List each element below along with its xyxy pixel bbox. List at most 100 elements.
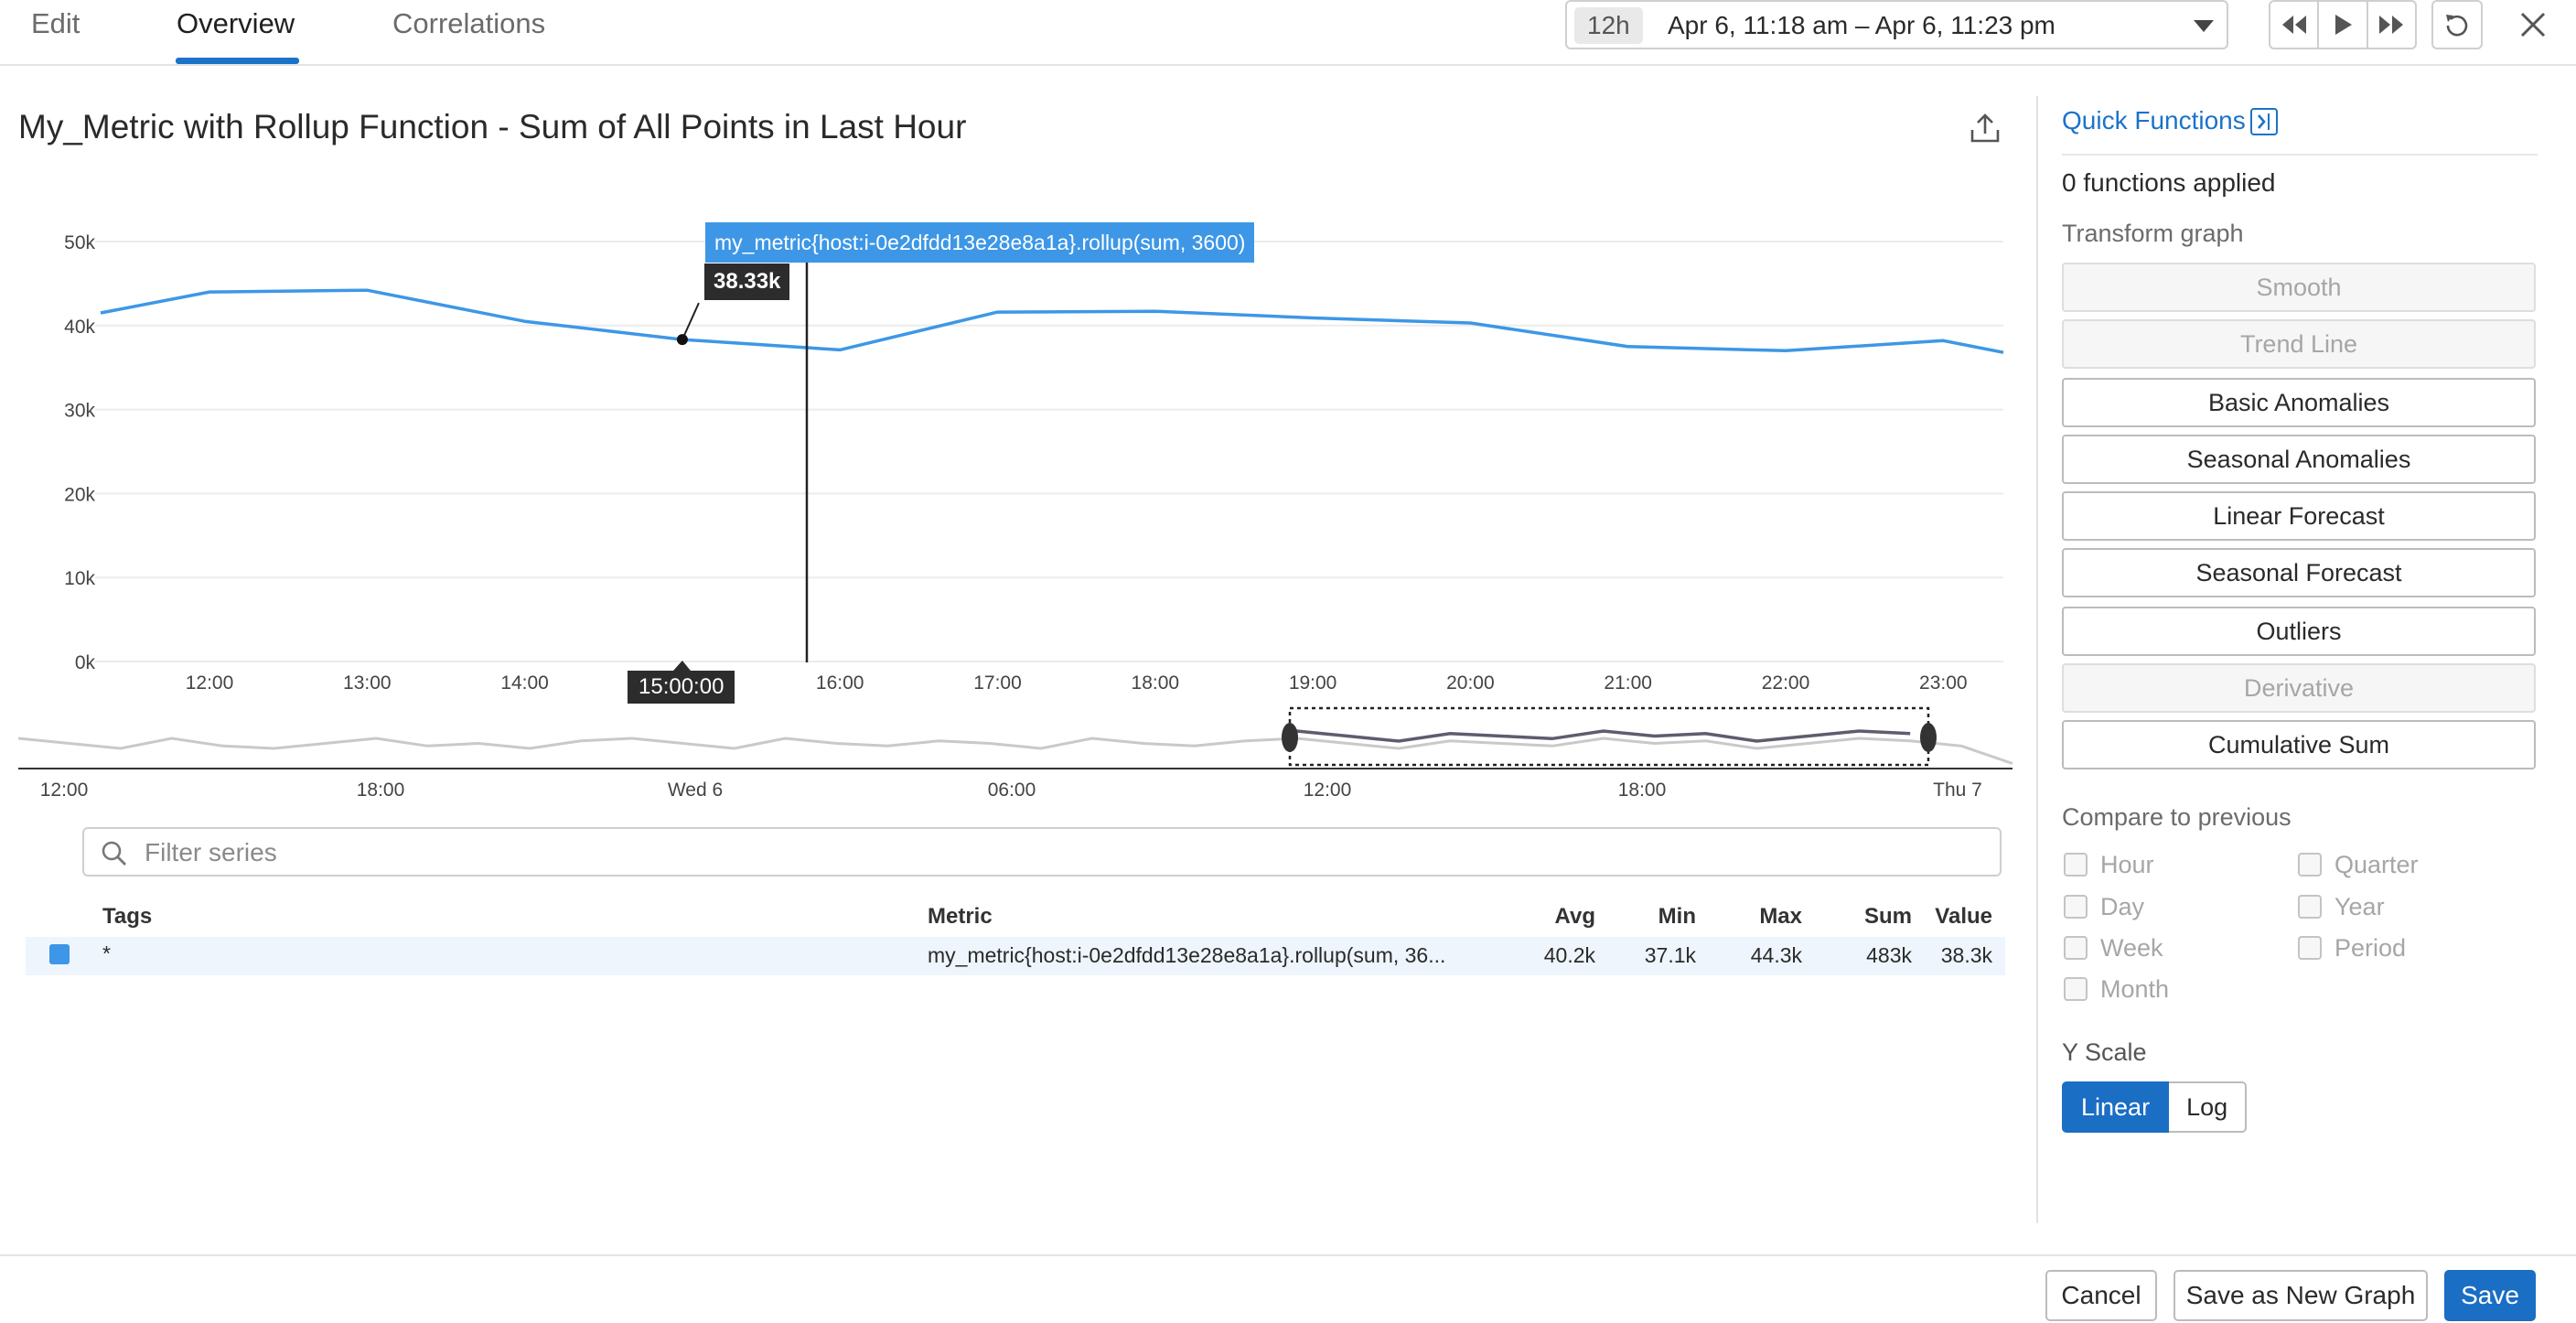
overview-x-tick-label: Wed 6: [668, 780, 723, 801]
seasonal-forecast-button[interactable]: Seasonal Forecast: [2062, 548, 2536, 597]
chevron-right-icon: [2258, 113, 2270, 130]
tooltip-value: 38.33k: [704, 264, 790, 300]
header-value[interactable]: Value: [1935, 904, 1992, 930]
header-min[interactable]: Min: [1658, 904, 1696, 930]
play-button[interactable]: [2317, 2, 2366, 48]
row-min: 37.1k: [1644, 943, 1696, 967]
overview-handle-left[interactable]: [1282, 723, 1298, 752]
tab-edit[interactable]: Edit: [31, 7, 80, 40]
seasonal-anomalies-button[interactable]: Seasonal Anomalies: [2062, 435, 2536, 484]
step-forward-button[interactable]: [2366, 2, 2415, 48]
reset-button[interactable]: [2431, 0, 2483, 49]
header-metric[interactable]: Metric: [928, 904, 993, 930]
hover-point: [676, 334, 688, 346]
header-bar: Edit Overview Correlations 12h Apr 6, 11…: [0, 0, 2576, 66]
collapse-panel-icon[interactable]: [2250, 108, 2278, 135]
row-sum: 483k: [1866, 943, 1912, 967]
graph-title: My_Metric with Rollup Function - Sum of …: [18, 108, 967, 145]
y-scale-linear-button[interactable]: Linear: [2062, 1081, 2170, 1133]
save-button[interactable]: Save: [2444, 1270, 2536, 1321]
filter-series-box: [82, 827, 2002, 877]
derivative-button[interactable]: Derivative: [2062, 663, 2536, 713]
quick-functions-title[interactable]: Quick Functions: [2062, 106, 2246, 135]
table-row[interactable]: * my_metric{host:i-0e2dfdd13e28e8a1a}.ro…: [26, 937, 2005, 975]
overview-handle-right[interactable]: [1920, 723, 1937, 752]
overview-x-tick-label: Thu 7: [1933, 780, 1982, 801]
cumulative-sum-button[interactable]: Cumulative Sum: [2062, 720, 2536, 769]
save-as-new-graph-button[interactable]: Save as New Graph: [2174, 1270, 2428, 1321]
y-tick-label: 30k: [64, 401, 95, 422]
tooltip-leader: [681, 302, 700, 340]
transform-graph-label: Transform graph: [2062, 220, 2244, 247]
overview-x-tick-label: 06:00: [988, 780, 1036, 801]
timeseries-chart[interactable]: 50k40k30k20k10k0k12:0013:0014:0015:0016:…: [0, 183, 2031, 814]
rewind-icon: [2281, 16, 2306, 34]
y-scale-toggle: Linear Log: [2062, 1081, 2248, 1133]
series-table-header: Tags Metric Avg Min Max Sum Value: [26, 904, 2005, 935]
export-icon: [1970, 113, 2000, 143]
filter-series-input[interactable]: [145, 834, 1956, 871]
tooltip-series-label: my_metric{host:i-0e2dfdd13e28e8a1a}.roll…: [705, 222, 1255, 263]
y-tick-label: 0k: [75, 652, 96, 673]
overview-line: [17, 737, 2013, 765]
basic-anomalies-button[interactable]: Basic Anomalies: [2062, 378, 2536, 427]
x-tick-label: 19:00: [1289, 672, 1337, 694]
row-metric: my_metric{host:i-0e2dfdd13e28e8a1a}.roll…: [928, 943, 1446, 967]
header-max[interactable]: Max: [1759, 904, 1802, 930]
x-tick-label: 14:00: [500, 672, 549, 694]
x-tick-label: 16:00: [816, 672, 864, 694]
series-line[interactable]: [100, 288, 2004, 354]
row-value: 38.3k: [1940, 943, 1992, 967]
overview-x-tick-label: 12:00: [40, 780, 89, 801]
row-avg: 40.2k: [1543, 943, 1595, 967]
header-sum[interactable]: Sum: [1864, 904, 1912, 930]
x-tick-label: 20:00: [1446, 672, 1495, 694]
functions-applied-count: 0 functions applied: [2062, 168, 2276, 197]
x-tick-label: 13:00: [343, 672, 392, 694]
time-range-text: Apr 6, 11:18 am – Apr 6, 11:23 pm: [1668, 11, 2055, 39]
series-color-swatch[interactable]: [49, 944, 70, 964]
y-tick-label: 40k: [64, 317, 95, 338]
x-tick-label: 17:00: [973, 672, 1022, 694]
x-tick-label: 22:00: [1762, 672, 1810, 694]
fast-forward-icon: [2379, 16, 2404, 34]
trend-line-button[interactable]: Trend Line: [2062, 319, 2536, 369]
header-tags[interactable]: Tags: [102, 904, 152, 930]
tab-overview[interactable]: Overview: [177, 7, 295, 40]
panel-divider: [2036, 96, 2038, 1223]
tab-correlations[interactable]: Correlations: [392, 7, 545, 40]
close-button[interactable]: [2510, 2, 2556, 48]
cancel-button[interactable]: Cancel: [2045, 1270, 2157, 1321]
overview-x-tick-label: 18:00: [1618, 780, 1667, 801]
chart-canvas[interactable]: 50k40k30k20k10k0k12:0013:0014:0015:0016:…: [0, 183, 2031, 814]
footer-separator: [0, 1254, 2576, 1256]
smooth-button[interactable]: Smooth: [2062, 263, 2536, 312]
overview-x-tick-label: 12:00: [1304, 780, 1352, 801]
close-icon: [2520, 12, 2546, 38]
search-icon: [102, 841, 126, 866]
y-tick-label: 10k: [64, 568, 95, 589]
play-icon: [2334, 15, 2352, 35]
export-button[interactable]: [1967, 110, 2009, 152]
outliers-button[interactable]: Outliers: [2062, 607, 2536, 656]
row-tags: *: [102, 941, 111, 965]
linear-forecast-button[interactable]: Linear Forecast: [2062, 491, 2536, 541]
time-span-pill: 12h: [1574, 7, 1643, 44]
y-scale-label: Y Scale: [2062, 1038, 2147, 1066]
y-tick-label: 20k: [64, 484, 95, 505]
panel-separator: [2062, 154, 2538, 156]
x-tick-label: 18:00: [1132, 672, 1180, 694]
step-back-button[interactable]: [2270, 2, 2317, 48]
overview-selection-window[interactable]: [1288, 706, 1930, 767]
time-navigation: [2269, 0, 2417, 49]
time-range-picker[interactable]: 12h Apr 6, 11:18 am – Apr 6, 11:23 pm: [1565, 0, 2228, 49]
x-tick-label: 21:00: [1604, 672, 1652, 694]
chevron-down-icon: [2194, 20, 2214, 32]
y-scale-log-button[interactable]: Log: [2169, 1081, 2248, 1133]
y-tick-label: 50k: [64, 232, 95, 253]
x-tick-label: 23:00: [1919, 672, 1968, 694]
active-tab-indicator: [176, 58, 299, 64]
header-avg[interactable]: Avg: [1555, 904, 1595, 930]
row-max: 44.3k: [1750, 943, 1802, 967]
tooltip-time: 15:00:00: [628, 662, 735, 704]
